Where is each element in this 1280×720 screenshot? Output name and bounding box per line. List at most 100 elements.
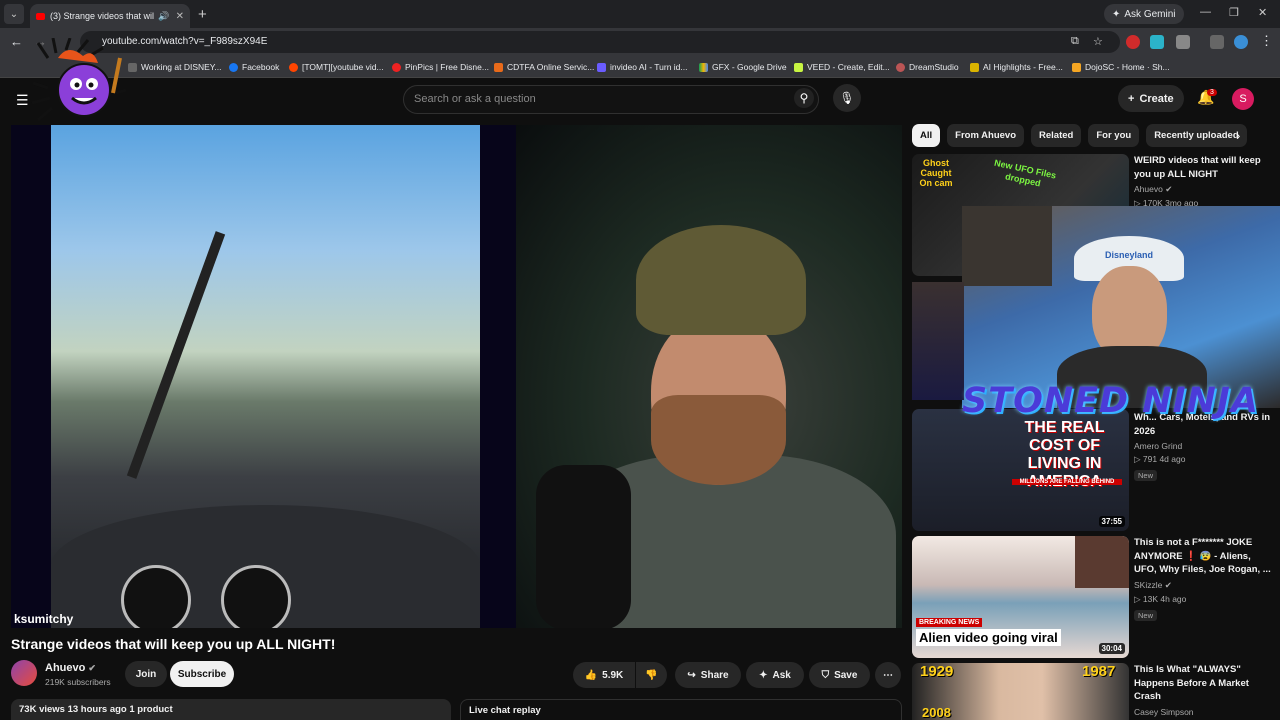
invideo-icon <box>597 62 606 72</box>
streamer-overlay-webcam: Disneyland <box>962 206 1280 408</box>
search-input[interactable]: Search or ask a question <box>403 85 819 114</box>
extension-red-icon[interactable] <box>1126 35 1140 49</box>
thumbs-down-icon: 👎 <box>645 669 658 681</box>
video-thumbnail[interactable]: 1929 1987 2008 <box>912 663 1129 720</box>
verified-icon: ✔ <box>1165 184 1173 194</box>
back-icon[interactable]: ← <box>10 34 23 49</box>
menu-dots-icon[interactable]: ⋮ <box>1260 33 1273 49</box>
close-window-icon[interactable]: ✕ <box>1258 6 1267 19</box>
profile-icon[interactable] <box>1234 35 1248 49</box>
create-label: Create <box>1139 92 1174 105</box>
rec-meta: ▷ 13K 4h ago <box>1134 593 1187 604</box>
share-label: Share <box>700 669 729 681</box>
new-tab-button[interactable]: + <box>198 6 207 23</box>
save-button[interactable]: ⛉ Save <box>809 662 870 688</box>
extension-teal-icon[interactable] <box>1150 35 1164 49</box>
ask-button[interactable]: ✦ Ask <box>746 662 804 688</box>
streamer-beard <box>651 395 786 485</box>
live-chat-replay-header[interactable]: Live chat replay <box>460 699 902 720</box>
maximize-icon[interactable]: ❐ <box>1229 6 1239 19</box>
bookmark-label: DreamStudio <box>909 62 959 72</box>
starfield-border <box>11 125 51 628</box>
browser-tab-youtube[interactable]: (3) Strange videos that will 🔊 ✕ <box>30 4 190 28</box>
subscribe-button[interactable]: Subscribe <box>170 661 234 687</box>
bookmark-item[interactable]: PinPics | Free Disne... <box>392 62 489 72</box>
streamer-cap <box>636 225 806 335</box>
subscriber-count: 219K subscribers <box>45 677 111 687</box>
chip-for-you[interactable]: For you <box>1088 124 1140 147</box>
rec-meta: ▷ 791 4d ago <box>1134 454 1186 464</box>
bookmark-item[interactable]: DreamStudio <box>896 62 959 72</box>
youtube-favicon-icon <box>36 12 45 20</box>
bookmark-label: invideo AI - Turn id... <box>610 62 688 72</box>
recommended-video[interactable]: THE REAL COST OF LIVING IN AMERICA MILLI… <box>912 409 1280 531</box>
bookmark-item[interactable]: AI Highlights - Free... <box>970 62 1063 72</box>
create-button[interactable]: + Create <box>1118 85 1184 112</box>
thumbnail-text: 1929 <box>920 663 954 680</box>
bookmark-label: DojoSC - Home · Sh... <box>1085 62 1170 72</box>
hamburger-menu-icon[interactable]: ☰ <box>16 92 29 109</box>
share-button[interactable]: ↪ Share <box>675 662 741 688</box>
cdtfa-icon <box>494 62 503 72</box>
chevron-right-icon[interactable]: › <box>1236 128 1240 143</box>
chip-related[interactable]: Related <box>1031 124 1082 147</box>
sparkle-icon: ✦ <box>759 669 768 681</box>
dislike-button[interactable]: 👎 <box>636 662 667 688</box>
bookmark-item[interactable]: VEED - Create, Edit... <box>794 62 890 72</box>
streamer-webcam-frame <box>516 125 902 628</box>
address-bar[interactable]: youtube.com/watch?v=_F989szX94E <box>80 31 1120 53</box>
bookmark-item[interactable]: CDTFA Online Servic... <box>494 62 594 72</box>
bookmark-label: CDTFA Online Servic... <box>507 62 595 72</box>
media-control-icon[interactable] <box>1210 35 1224 49</box>
like-button[interactable]: 👍 5.9K <box>573 662 635 688</box>
rec-title[interactable]: This Is What "ALWAYS" Happens Before A M… <box>1134 663 1274 704</box>
chip-recently-uploaded[interactable]: Recently uploaded <box>1146 124 1247 147</box>
bookmark-label: GFX - Google Drive <box>712 62 787 72</box>
chip-all[interactable]: All <box>912 124 941 147</box>
chip-from-ahuevo[interactable]: From Ahuevo <box>947 124 1025 147</box>
background-monitor <box>962 206 1052 286</box>
mic-icon[interactable]: 🎙 <box>833 84 861 112</box>
rec-title[interactable]: This is not a F******* JOKE ANYMORE ❗ 😰 … <box>1134 536 1274 577</box>
extensions-puzzle-icon[interactable] <box>1176 35 1190 49</box>
cast-icon[interactable]: ⧉ <box>1071 35 1085 49</box>
bookmark-label: Facebook <box>242 62 280 72</box>
video-duration: 30:04 <box>1098 643 1125 654</box>
video-thumbnail[interactable]: BREAKING NEWS Alien video going viral 30… <box>912 536 1129 658</box>
join-button[interactable]: Join <box>125 661 167 687</box>
channel-avatar[interactable] <box>11 660 37 686</box>
rec-channel: Ahuevo ✔ <box>1134 184 1274 195</box>
bookmarks-bar: Working at DISNEY... Facebook [TOMT][you… <box>0 56 1280 78</box>
rec-channel-text: SKizzle <box>1134 579 1163 590</box>
channel-name[interactable]: Ahuevo ✔ <box>45 662 96 674</box>
bookmark-item[interactable]: GFX - Google Drive <box>699 62 787 72</box>
search-icon[interactable]: ⚲ <box>794 88 814 108</box>
bookmark-item[interactable]: Working at DISNEY... <box>128 62 221 72</box>
user-avatar[interactable]: S <box>1232 88 1254 110</box>
bookmark-item[interactable]: DojoSC - Home · Sh... <box>1072 62 1170 72</box>
thumbnail-text: Alien video going viral <box>916 629 1061 646</box>
rec-title[interactable]: WEIRD videos that will keep you up ALL N… <box>1134 154 1274 181</box>
tab-search-button[interactable]: ⌄ <box>4 4 24 24</box>
bookmark-item[interactable]: [TOMT][youtube vid... <box>289 62 384 72</box>
bookmark-item[interactable]: Facebook <box>229 62 279 72</box>
video-thumbnail[interactable]: THE REAL COST OF LIVING IN AMERICA MILLI… <box>912 409 1129 531</box>
bookmark-item[interactable]: invideo AI - Turn id... <box>597 62 687 72</box>
video-info: WEIRD videos that will keep you up ALL N… <box>1134 154 1274 209</box>
thumbnail-text: MILLIONS ARE FALLING BEHIND <box>1012 479 1122 485</box>
ask-label: Ask <box>772 669 791 681</box>
recommended-video[interactable]: 1929 1987 2008 This Is What "ALWAYS" Hap… <box>912 663 1280 720</box>
thumbnail-text: BREAKING NEWS <box>916 618 983 627</box>
more-actions-icon[interactable]: ⋯ <box>875 662 901 688</box>
minimize-icon[interactable]: — <box>1200 6 1211 18</box>
thumbs-up-icon: 👍 <box>584 669 598 681</box>
video-player[interactable]: ksumitchy <box>11 125 902 628</box>
speaker-icon[interactable]: 🔊 <box>158 11 169 22</box>
recommended-video[interactable]: BREAKING NEWS Alien video going viral 30… <box>912 536 1280 658</box>
description-box[interactable]: 73K views 13 hours ago 1 product <box>11 699 451 720</box>
ask-gemini-button[interactable]: ✦ Ask Gemini <box>1104 4 1184 24</box>
rec-thumbnail-fragment <box>912 282 964 400</box>
dojosc-icon <box>1072 62 1081 72</box>
close-tab-icon[interactable]: ✕ <box>176 11 184 22</box>
bookmark-star-icon[interactable]: ☆ <box>1093 35 1107 49</box>
